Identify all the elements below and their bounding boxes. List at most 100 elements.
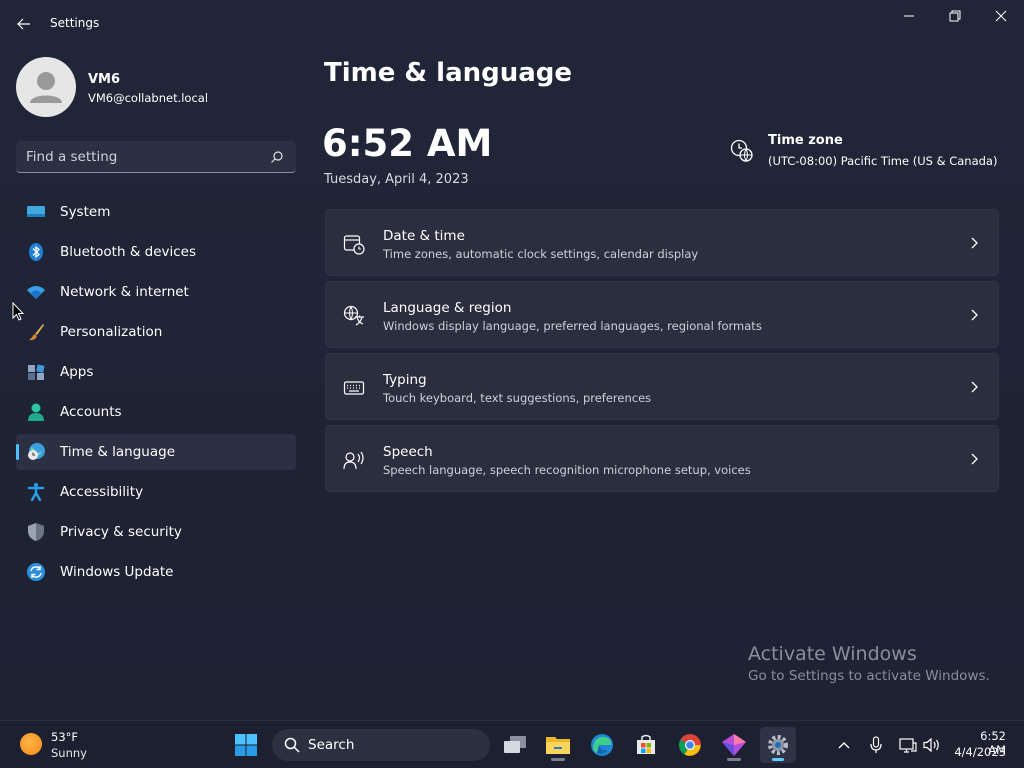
current-time: 6:52 AM <box>322 122 493 165</box>
settings-icon <box>768 735 788 755</box>
taskbar-search[interactable]: Search <box>272 729 490 761</box>
sidebar-item-label: System <box>60 204 111 220</box>
sidebar-item-privacy-security[interactable]: Privacy & security <box>16 514 296 550</box>
copilot-button[interactable] <box>716 727 752 763</box>
activation-watermark-title: Activate Windows <box>748 643 917 665</box>
weather-temperature[interactable]: 53°F <box>51 730 78 744</box>
restore-icon <box>949 10 961 22</box>
card-title: Language & region <box>383 300 512 316</box>
brush-icon <box>26 322 46 342</box>
edge-button[interactable] <box>584 727 620 763</box>
accessibility-icon <box>26 482 46 502</box>
activation-watermark-subtitle: Go to Settings to activate Windows. <box>748 668 990 684</box>
settings-taskbar-button[interactable] <box>760 727 796 763</box>
task-view-button[interactable] <box>497 727 533 763</box>
update-icon <box>26 562 46 582</box>
card-subtitle: Time zones, automatic clock settings, ca… <box>383 247 699 261</box>
task-view-icon <box>504 736 526 753</box>
sidebar-item-system[interactable]: System <box>16 194 296 230</box>
search-input[interactable] <box>26 141 266 172</box>
person-icon <box>26 402 46 422</box>
chrome-icon <box>679 734 701 756</box>
chevron-right-icon <box>971 237 978 249</box>
sidebar-item-label: Network & internet <box>60 284 189 300</box>
sidebar-item-accounts[interactable]: Accounts <box>16 394 296 430</box>
sidebar-item-label: Accessibility <box>60 484 144 500</box>
network-icon <box>899 738 917 753</box>
back-button[interactable] <box>12 12 36 36</box>
weather-condition[interactable]: Sunny <box>51 746 87 760</box>
settings-search[interactable] <box>16 141 296 173</box>
sun-icon[interactable] <box>20 733 42 755</box>
avatar[interactable] <box>16 57 76 117</box>
user-silhouette-icon <box>30 72 62 103</box>
show-hidden-icons-button[interactable] <box>834 735 854 755</box>
sidebar-item-label: Time & language <box>60 444 176 460</box>
active-app-indicator <box>772 758 784 761</box>
card-subtitle: Touch keyboard, text suggestions, prefer… <box>383 391 652 405</box>
current-date: Tuesday, April 4, 2023 <box>324 172 469 187</box>
calendar-clock-icon <box>342 232 366 256</box>
taskbar: 53°F Sunny Search 6:52 AM 4/4/2023 <box>0 720 1024 768</box>
card-speech[interactable]: Speech Speech language, speech recogniti… <box>325 425 999 492</box>
chevron-right-icon <box>971 381 978 393</box>
keyboard-icon <box>342 376 366 400</box>
network-button[interactable] <box>898 735 918 755</box>
active-indicator <box>16 444 19 460</box>
monitor-icon <box>26 202 46 222</box>
time-zone-title: Time zone <box>768 133 843 148</box>
sidebar-item-label: Apps <box>60 364 94 380</box>
sidebar-item-label: Accounts <box>60 404 122 420</box>
card-typing[interactable]: Typing Touch keyboard, text suggestions,… <box>325 353 999 420</box>
minimize-icon <box>904 15 914 17</box>
volume-button[interactable] <box>922 735 942 755</box>
sidebar-item-accessibility[interactable]: Accessibility <box>16 474 296 510</box>
sidebar-item-time-language[interactable]: Time & language <box>16 434 296 470</box>
sidebar-item-network[interactable]: Network & internet <box>16 274 296 310</box>
copilot-icon <box>722 734 746 756</box>
chevron-right-icon <box>971 309 978 321</box>
edge-icon <box>591 734 613 756</box>
shield-icon <box>26 522 46 542</box>
card-title: Speech <box>383 444 433 460</box>
chevron-right-icon <box>971 453 978 465</box>
card-date-time[interactable]: Date & time Time zones, automatic clock … <box>325 209 999 276</box>
search-icon <box>284 737 300 753</box>
close-button[interactable] <box>978 4 1024 28</box>
minimize-button[interactable] <box>886 4 932 28</box>
time-zone-value: (UTC-08:00) Pacific Time (US & Canada) <box>768 154 998 168</box>
title-bar: Settings <box>0 0 1024 48</box>
language-icon <box>342 304 366 328</box>
sidebar-item-label: Bluetooth & devices <box>60 244 197 260</box>
bluetooth-icon <box>26 242 46 262</box>
chrome-button[interactable] <box>672 727 708 763</box>
card-title: Date & time <box>383 228 465 244</box>
card-subtitle: Speech language, speech recognition micr… <box>383 463 751 477</box>
store-icon <box>637 734 655 754</box>
page-title: Time & language <box>324 58 573 88</box>
store-button[interactable] <box>628 727 664 763</box>
wifi-icon <box>26 282 46 302</box>
apps-icon <box>26 362 46 382</box>
sidebar-item-bluetooth-devices[interactable]: Bluetooth & devices <box>16 234 296 270</box>
taskbar-search-label: Search <box>308 737 355 753</box>
sidebar-item-apps[interactable]: Apps <box>16 354 296 390</box>
sidebar-item-windows-update[interactable]: Windows Update <box>16 554 296 590</box>
mouse-cursor-icon <box>12 302 24 321</box>
microphone-button[interactable] <box>866 735 886 755</box>
start-icon <box>235 734 257 756</box>
app-title: Settings <box>50 16 100 30</box>
restore-button[interactable] <box>932 4 978 28</box>
file-explorer-button[interactable] <box>540 727 576 763</box>
sidebar-item-personalization[interactable]: Personalization <box>16 314 296 350</box>
chevron-up-icon <box>838 742 850 749</box>
sidebar-item-label: Personalization <box>60 324 163 340</box>
volume-icon <box>923 737 939 753</box>
taskbar-clock-date[interactable]: 4/4/2023 <box>952 745 1006 759</box>
card-subtitle: Windows display language, preferred lang… <box>383 319 762 333</box>
start-button[interactable] <box>228 727 264 763</box>
back-arrow-icon <box>17 18 30 30</box>
card-language-region[interactable]: Language & region Windows display langua… <box>325 281 999 348</box>
time-zone-icon <box>730 139 753 163</box>
sidebar-item-label: Privacy & security <box>60 524 182 540</box>
